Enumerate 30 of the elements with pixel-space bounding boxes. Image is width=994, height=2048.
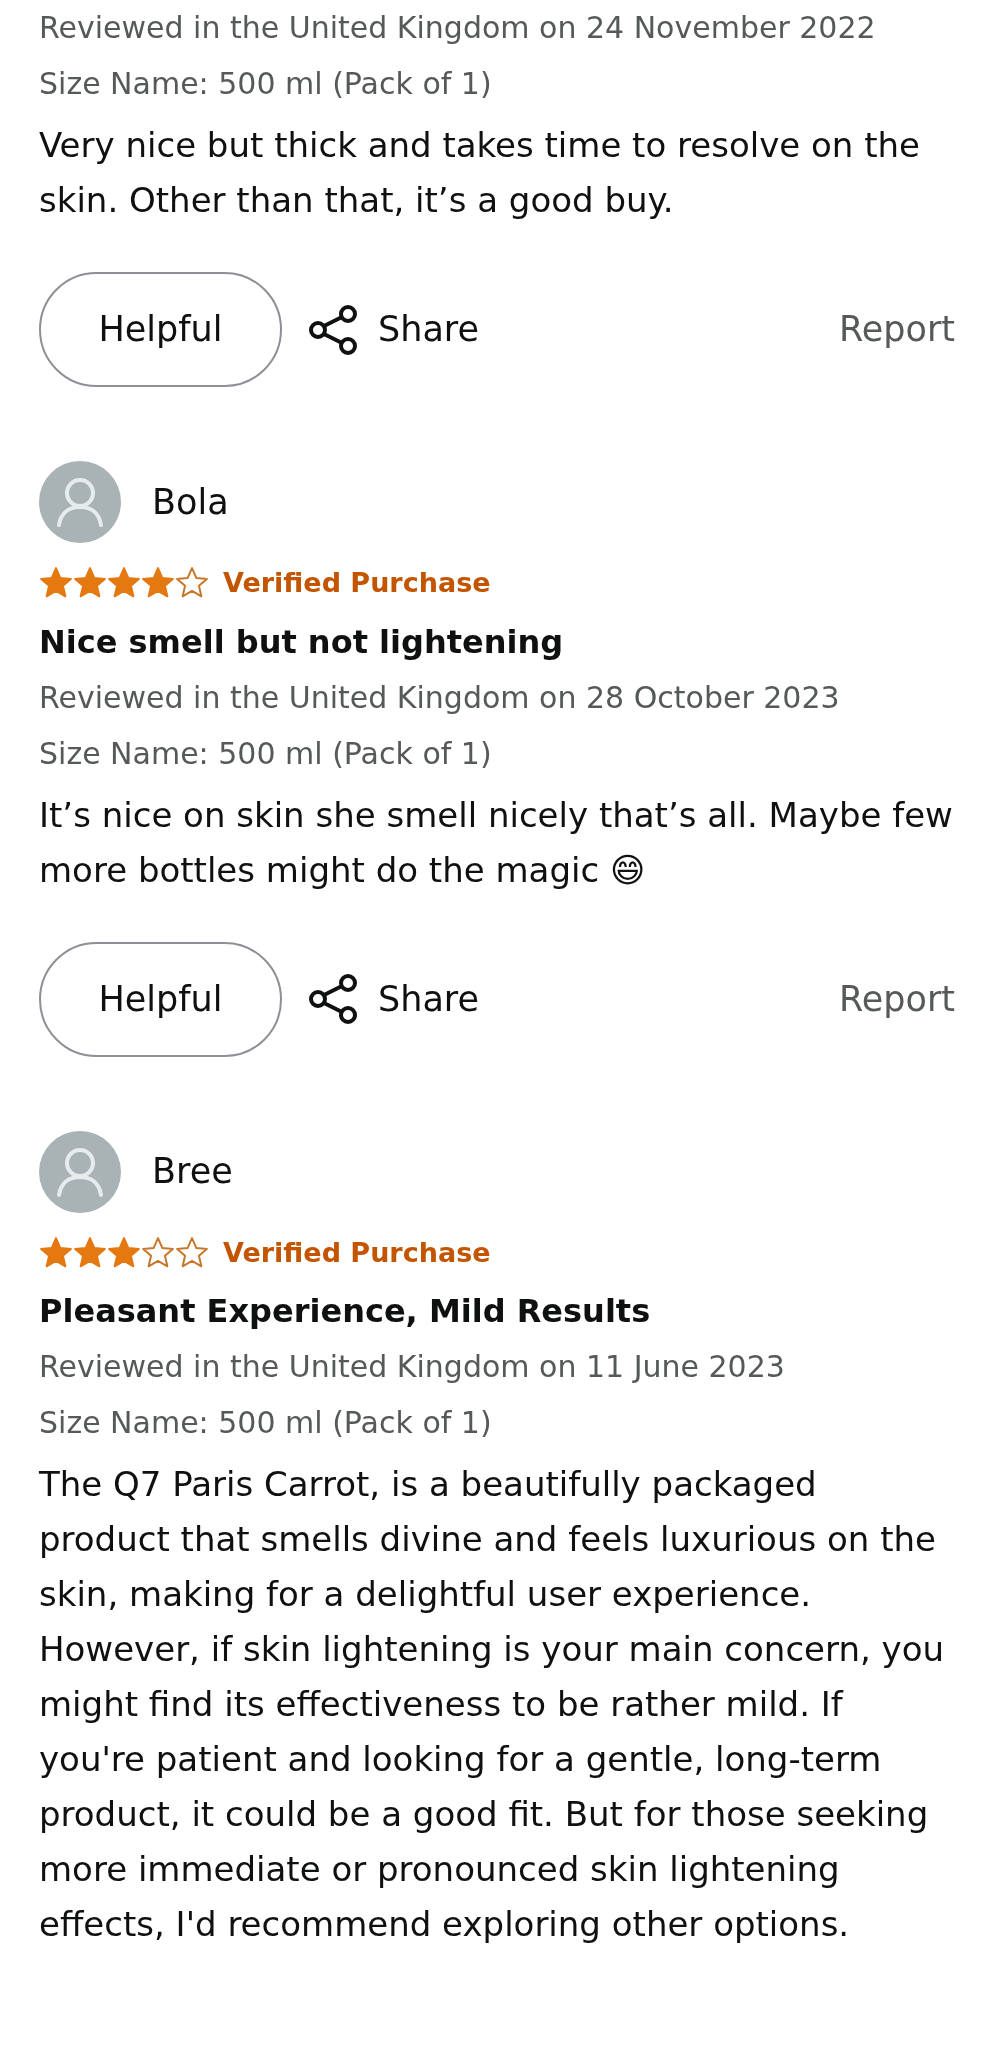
share-button[interactable]: Share — [308, 972, 479, 1026]
share-icon — [308, 303, 360, 356]
filled-star-icon — [107, 1235, 141, 1270]
verified-purchase-label: Verified Purchase — [223, 1235, 491, 1270]
size-name: Size Name: 500 ml (Pack of 1) — [39, 65, 493, 103]
size-name: Size Name: 500 ml (Pack of 1) — [39, 734, 493, 773]
report-link[interactable]: Report — [838, 303, 955, 356]
filled-star-icon — [39, 1235, 73, 1270]
avatar-icon — [39, 1130, 121, 1213]
review-date: Reviewed in the United Kingdom on 24 November 2022 — [39, 9, 877, 47]
filled-star-icon — [73, 1235, 107, 1270]
review-text: Very nice but thick and takes time to resolve on the skin. Other than that, it’s a good buy. — [39, 124, 921, 222]
verified-purchase-label: Verified Purchase — [223, 566, 491, 600]
avatar-icon — [39, 461, 121, 543]
empty-star-icon — [175, 1235, 209, 1270]
review-title: Pleasant Experience, Mild Results — [39, 1291, 652, 1332]
review-title: Nice smell but not lightening — [39, 621, 565, 663]
review-text: The Q7 Paris Carrot, is a beautifully packaged product that smells divine and feels luxurious on the skin, making for a delightful user experience. However, if skin lightening is your main concern, you might find its effectiveness to be rather mild. If you're patient and looking for a gentle, long-term product, it could be a good fit. But for those seeking more immediate or pronounced skin lightening effects, I'd recommend exploring other options. — [39, 1463, 946, 1946]
size-name: Size Name: 500 ml (Pack of 1) — [39, 1404, 493, 1442]
review-date: Reviewed in the United Kingdom on 11 June 2023 — [39, 1348, 786, 1386]
review-date: Reviewed in the United Kingdom on 28 October 2023 — [39, 678, 841, 717]
helpful-button[interactable]: Helpful — [39, 941, 282, 1057]
review-text: It’s nice on skin she smell nicely that’s all. Maybe few more bottles might do the magic 😄 — [39, 793, 954, 892]
share-button[interactable]: Share — [308, 303, 479, 356]
reviewer-name: Bola — [152, 480, 229, 524]
empty-star-icon — [141, 1235, 175, 1270]
report-link[interactable]: Report — [838, 972, 955, 1026]
helpful-button[interactable]: Helpful — [39, 272, 282, 387]
reviewer-name: Bree — [152, 1150, 233, 1194]
share-icon — [308, 973, 360, 1025]
